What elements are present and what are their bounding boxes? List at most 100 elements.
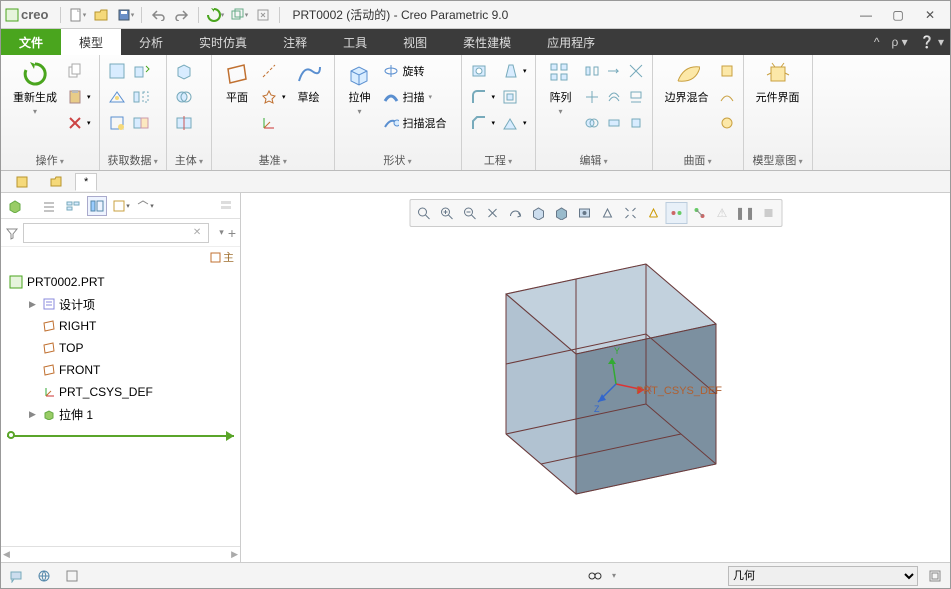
tree-node-front[interactable]: FRONT — [1, 359, 240, 381]
tree-node-csys[interactable]: PRT_CSYS_DEF — [1, 381, 240, 403]
tree-node-top[interactable]: TOP — [1, 337, 240, 359]
pause-icon[interactable]: ❚❚ — [734, 202, 756, 224]
body-new-icon[interactable] — [175, 59, 193, 83]
copy-icon[interactable] — [67, 59, 91, 83]
ribbon-group-intent-label[interactable]: 模型意图 — [752, 150, 804, 168]
ribbon-group-surf-label[interactable]: 曲面 — [661, 150, 735, 168]
offset-icon[interactable] — [606, 85, 622, 109]
help-icon[interactable]: ❔ ▾ — [914, 29, 950, 55]
tab-tools[interactable]: 工具 — [325, 29, 385, 55]
tree-expand-icon[interactable] — [39, 196, 59, 216]
browser-tab-star[interactable]: * — [75, 173, 97, 191]
clear-search-icon[interactable]: ✕ — [193, 227, 201, 238]
freeform-icon[interactable] — [719, 111, 735, 135]
intersect-icon[interactable] — [628, 59, 644, 83]
ribbon-collapse-icon[interactable]: ^ — [868, 29, 886, 55]
ribbon-group-shape-label[interactable]: 形状 — [343, 150, 453, 168]
tree-root[interactable]: PRT0002.PRT — [1, 271, 240, 293]
merge-edit-icon[interactable] — [584, 111, 600, 135]
merge-icon[interactable] — [132, 111, 150, 135]
chevron-right-icon[interactable]: ▶ — [29, 409, 39, 420]
status-fullscreen-icon[interactable] — [924, 566, 946, 586]
ribbon-group-body-label[interactable]: 主体 — [175, 150, 203, 168]
add-search-icon[interactable]: + — [228, 225, 236, 241]
search-help-icon[interactable]: ρ ▾ — [886, 29, 914, 55]
tab-apps[interactable]: 应用程序 — [529, 29, 613, 55]
tree-columns-icon[interactable] — [87, 196, 107, 216]
undo-icon[interactable] — [147, 4, 169, 26]
tab-flex[interactable]: 柔性建模 — [445, 29, 529, 55]
find-icon[interactable] — [584, 566, 606, 586]
tree-search-input[interactable] — [23, 223, 209, 243]
tree-cube-icon[interactable] — [5, 196, 25, 216]
tab-annotate[interactable]: 注释 — [265, 29, 325, 55]
ribbon-group-datum-label[interactable]: 基准 — [220, 150, 326, 168]
draft-icon[interactable]: ▾ — [501, 59, 527, 83]
tree-node-design[interactable]: ▶ 设计项 — [1, 293, 240, 315]
refit-icon[interactable] — [412, 202, 434, 224]
thicken-icon[interactable] — [606, 111, 622, 135]
plane-button[interactable]: 平面 — [220, 59, 254, 107]
body-split-icon[interactable] — [175, 111, 193, 135]
revolve-button[interactable]: 旋转 — [383, 59, 453, 83]
warning-icon[interactable]: ⚠ — [711, 202, 733, 224]
tab-view[interactable]: 视图 — [385, 29, 445, 55]
zoom-in-icon[interactable] — [435, 202, 457, 224]
status-web-icon[interactable] — [33, 566, 55, 586]
status-window-icon[interactable] — [61, 566, 83, 586]
swept-blend-button[interactable]: 扫描混合 — [383, 111, 453, 135]
axis-icon[interactable] — [260, 59, 286, 83]
filter-icon[interactable] — [5, 226, 19, 240]
shaded-icon[interactable] — [550, 202, 572, 224]
rib-icon[interactable]: ▾ — [501, 111, 527, 135]
component-ui-button[interactable]: 元件界面 — [752, 59, 804, 107]
zoom-out-icon[interactable] — [458, 202, 480, 224]
browser-tab-tree[interactable] — [7, 173, 37, 191]
mirror-geom-icon[interactable] — [132, 85, 150, 109]
spin-icon[interactable] — [504, 202, 526, 224]
new-file-icon[interactable]: ▾ — [66, 4, 88, 26]
saved-views-icon[interactable] — [573, 202, 595, 224]
chamfer-icon[interactable]: ▾ — [470, 111, 496, 135]
shell-icon[interactable] — [501, 85, 527, 109]
tree-settings-icon[interactable] — [216, 196, 236, 216]
csys-icon[interactable] — [260, 111, 286, 135]
redo-icon[interactable] — [171, 4, 193, 26]
close-doc-icon[interactable] — [252, 4, 274, 26]
ribbon-group-getdata-label[interactable]: 获取数据 — [108, 150, 158, 168]
ribbon-group-eng-label[interactable]: 工程 — [470, 150, 527, 168]
search-dropdown-icon[interactable]: ▾ — [219, 227, 224, 238]
tab-analysis[interactable]: 分析 — [121, 29, 181, 55]
perspective-icon[interactable] — [596, 202, 618, 224]
fill-icon[interactable] — [719, 59, 735, 83]
delete-icon[interactable]: ▾ — [67, 111, 91, 135]
boundary-blend-button[interactable]: 边界混合 — [661, 59, 713, 107]
tree-node-right[interactable]: RIGHT — [1, 315, 240, 337]
tree-node-extrude1[interactable]: ▶ 拉伸 1 — [1, 403, 240, 425]
ribbon-group-edit-label[interactable]: 编辑 — [544, 150, 644, 168]
solidify-icon[interactable] — [628, 111, 644, 135]
open-file-icon[interactable] — [90, 4, 112, 26]
annotation-display-icon[interactable] — [665, 202, 687, 224]
extend-icon[interactable] — [606, 59, 622, 83]
datum-display-icon[interactable] — [642, 202, 664, 224]
save-icon[interactable]: ▾ — [114, 4, 136, 26]
windows-icon[interactable]: ▾ — [228, 4, 250, 26]
pattern-button[interactable]: 阵列 ▾ — [544, 59, 578, 118]
point-icon[interactable]: ▾ — [260, 85, 286, 109]
tree-filter-icon[interactable]: ▾ — [111, 196, 131, 216]
copy-geom-icon[interactable] — [108, 85, 126, 109]
mirror-icon[interactable] — [584, 59, 600, 83]
import-icon[interactable] — [132, 59, 150, 83]
paste-icon[interactable]: ▾ — [67, 85, 91, 109]
spin-center-icon[interactable] — [688, 202, 710, 224]
tree-insert-indicator[interactable] — [7, 427, 234, 445]
sketch-button[interactable]: 草绘 — [292, 59, 326, 107]
trim-icon[interactable] — [584, 85, 600, 109]
status-msg-icon[interactable] — [5, 566, 27, 586]
tree-horizontal-scroll[interactable]: ◀▶ — [1, 546, 240, 562]
graphics-area[interactable]: ⚠ ❚❚ — [241, 193, 950, 562]
style-icon[interactable] — [719, 85, 735, 109]
regenerate-button[interactable]: 重新生成 ▾ — [9, 59, 61, 118]
shrinkwrap-icon[interactable] — [108, 111, 126, 135]
